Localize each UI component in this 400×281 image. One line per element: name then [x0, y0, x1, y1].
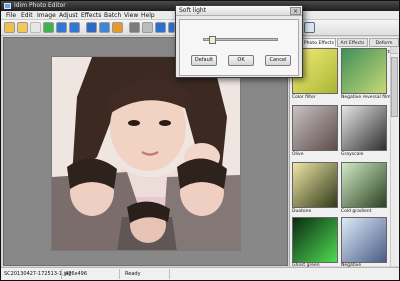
rotate-right-icon[interactable]: [69, 22, 80, 33]
menu-help[interactable]: Help: [141, 12, 155, 19]
menu-batch[interactable]: Batch: [104, 12, 121, 19]
thumb-ghost-green[interactable]: [292, 217, 338, 263]
divider: [119, 269, 120, 279]
scroll-up-icon[interactable]: [391, 47, 398, 54]
scrollbar[interactable]: [390, 47, 398, 266]
open-folder-icon[interactable]: [4, 22, 15, 33]
folder-icon[interactable]: [17, 22, 28, 33]
slider-thumb[interactable]: [209, 36, 216, 44]
dialog-title: Soft light: [179, 7, 207, 14]
divider: [169, 269, 170, 279]
tab-art-effects[interactable]: Art Effects: [337, 38, 368, 47]
close-icon[interactable]: ×: [290, 7, 301, 15]
thumb-label: Negative reversal film: [341, 95, 391, 100]
thumb-label: Duotone: [292, 209, 312, 214]
menu-image[interactable]: Image: [37, 12, 56, 19]
soft-light-slider[interactable]: [203, 36, 278, 44]
thumb-label: Grayscale: [341, 152, 364, 157]
thumb-negative[interactable]: [341, 217, 387, 263]
thumb-cold-gradient[interactable]: [341, 162, 387, 208]
soft-light-dialog: Soft light × Default OK Cancel: [175, 5, 303, 78]
thumb-olive[interactable]: [292, 105, 338, 151]
menu-effects[interactable]: Effects: [81, 12, 101, 19]
image-icon[interactable]: [129, 22, 140, 33]
dialog-body: [179, 19, 299, 76]
thumb-label: Negative: [341, 263, 362, 268]
effect-icon[interactable]: [155, 22, 166, 33]
default-button[interactable]: Default: [191, 55, 217, 66]
menu-edit[interactable]: Edit: [21, 12, 33, 19]
flip-icon[interactable]: [86, 22, 97, 33]
frame-icon[interactable]: [142, 22, 153, 33]
tab-deform-effects[interactable]: Deform Effects: [369, 38, 399, 55]
app-icon: [4, 3, 11, 9]
divider: [61, 269, 62, 279]
app-title: Idim Photo Editor: [14, 2, 66, 9]
menu-file[interactable]: File: [6, 12, 16, 19]
status-bar: SC20130427-172513-1.jpg 476x496 Ready: [1, 267, 399, 280]
main-window: Idim Photo Editor File Edit Image Adjust…: [0, 0, 400, 281]
dialog-title-bar[interactable]: Soft light ×: [176, 6, 302, 16]
status-ready: Ready: [125, 271, 141, 277]
rotate-left-icon[interactable]: [56, 22, 67, 33]
thumb-label: Ghost green: [292, 263, 320, 268]
thumb-label: Olive: [292, 152, 304, 157]
thumb-label: Color filter: [292, 95, 316, 100]
thumb-label: Cold gradient: [341, 209, 372, 214]
panel-toggle-icon[interactable]: [304, 22, 315, 33]
menu-adjust[interactable]: Adjust: [59, 12, 78, 19]
thumb-grayscale[interactable]: [341, 105, 387, 151]
tab-photo-effects[interactable]: Photo Effects: [302, 38, 336, 47]
undo-disabled-icon[interactable]: [30, 22, 41, 33]
status-dimensions: 476x496: [65, 271, 88, 277]
crop-icon[interactable]: [112, 22, 123, 33]
thumb-negative-reversal-film[interactable]: [341, 48, 387, 94]
back-arrow-icon[interactable]: [43, 22, 54, 33]
ok-button[interactable]: OK: [228, 55, 254, 66]
cancel-button[interactable]: Cancel: [265, 55, 291, 66]
photo-image: [52, 57, 240, 250]
photo: [51, 56, 241, 251]
scroll-thumb[interactable]: [391, 57, 398, 117]
more-icon[interactable]: [168, 22, 175, 33]
resize-icon[interactable]: [99, 22, 110, 33]
menu-view[interactable]: View: [124, 12, 138, 19]
thumb-duotone[interactable]: [292, 162, 338, 208]
